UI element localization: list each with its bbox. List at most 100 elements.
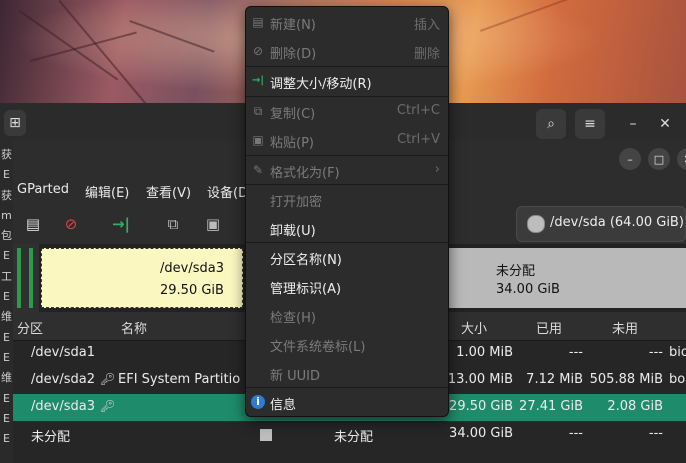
terminal-char: E [3,391,10,405]
menu-separator [246,155,448,156]
menu-edit[interactable]: 编辑(E) [85,182,129,201]
menu-item-shortcut: Ctrl+C [396,103,440,118]
menu-device[interactable]: 设备(D [207,182,248,201]
cell-name: EFI System Partitio [118,372,241,387]
close-icon[interactable]: ✕ [650,109,680,139]
cell-unused: 505.88 MiB [589,372,663,387]
col-size[interactable]: 大小 [461,318,487,337]
menu-item-label: 卸载(U) [270,224,316,239]
cell-unused: 2.08 GiB [607,399,663,414]
menu-separator [246,242,448,243]
copy-icon[interactable]: ⧉ [163,214,183,234]
cell-used: --- [568,426,583,441]
copy-icon: ⧉ [253,104,263,118]
disk-map-unallocated[interactable]: 未分配 34.00 GiB [445,248,686,308]
menu-view[interactable]: 查看(V) [146,182,191,201]
cell-unused: --- [648,345,663,360]
key-icon: 🔑︎ [100,399,116,413]
terminal-char: E [3,350,10,364]
context-menu-item[interactable]: 打开加密 [246,186,448,212]
cell-partition: /dev/sda1 [31,345,95,360]
context-menu-item[interactable]: ⊘ 删除(D) 删除 [246,38,448,64]
menu-item-label: 格式化为(F) [270,166,340,181]
resize-move-icon[interactable]: →| [111,214,131,234]
cell-partition: /dev/sda2 [31,372,95,387]
menu-item-shortcut: 删除 [413,47,440,62]
menu-item-label: 打开加密 [270,195,323,210]
cell-partition: 未分配 [31,430,71,445]
new-tab-icon[interactable]: ⊞ [4,110,26,136]
cell-unused: --- [648,426,663,441]
menu-separator [246,66,448,67]
cell-used: 27.41 GiB [519,399,583,414]
context-menu-item[interactable]: i 信息 [246,389,448,415]
context-menu: ▤ 新建(N) 插入 ⊘ 删除(D) 删除 →| 调整大小/移动(R) ⧉ 复制(C) Ctrl+C… [245,6,449,417]
terminal-char: E [3,411,10,425]
context-menu-item[interactable]: ⧉ 复制(C) Ctrl+C [246,98,448,124]
minimize-icon[interactable]: – [618,109,648,139]
context-menu-item[interactable]: 管理标识(A) [246,273,448,299]
partition-bar-sda2[interactable] [29,248,33,308]
col-name[interactable]: 名称 [121,318,147,337]
context-menu-item[interactable]: ▤ 新建(N) 插入 [246,9,448,35]
menu-item-label: 复制(C) [270,107,316,122]
terminal-char: E [3,290,10,304]
terminal-char: 获 [1,188,12,202]
menu-item-label: 新 UUID [270,369,321,384]
disk-map-sda3[interactable]: /dev/sda3 29.50 GiB [41,248,243,308]
paste-icon: ▣ [252,133,264,147]
terminal-char: 维 [1,310,12,324]
device-selector[interactable]: /dev/sda (64.00 GiB) [516,206,686,242]
terminal-char: 工 [1,269,12,283]
menu-item-label: 粘贴(P) [270,136,314,151]
menu-icon[interactable]: ≡ [575,109,605,139]
disk-map-sda3-name: /dev/sda3 [160,261,224,276]
search-icon[interactable]: ⌕ [536,109,566,139]
context-menu-item[interactable]: 文件系统卷标(L) [246,331,448,357]
table-row[interactable]: 未分配 未分配 34.00 GiB --- --- [13,421,686,448]
context-menu-item[interactable]: 卸载(U) [246,215,448,241]
terminal-char: E [3,330,10,344]
terminal-char: E [3,168,10,182]
cell-flags: bo [669,372,686,387]
context-menu-item[interactable]: ✎ 格式化为(F) › [246,157,448,183]
maximize-icon[interactable]: □ [648,148,670,170]
disk-map-unalloc-size: 34.00 GiB [496,282,560,297]
small-partitions[interactable] [13,244,39,312]
paste-icon[interactable]: ▣ [203,214,223,234]
disk-map-unalloc-name: 未分配 [496,264,536,279]
new-icon: ▤ [252,15,264,29]
menu-separator [246,387,448,388]
delete-icon[interactable]: ⊘ [61,214,81,234]
cell-partition: /dev/sda3 [31,399,95,414]
context-menu-item[interactable]: 检查(H) [246,302,448,328]
context-menu-item[interactable]: 分区名称(N) [246,244,448,270]
unallocated-color-swatch [260,429,272,441]
terminal-char: E [3,249,10,263]
cell-size: 34.00 GiB [449,426,513,441]
terminal-text-strip: 获E获m包E工E维EE维EEE [0,145,14,463]
context-menu-item[interactable]: →| 调整大小/移动(R) [246,68,448,94]
context-menu-item[interactable]: ▣ 粘贴(P) Ctrl+V [246,127,448,153]
terminal-char: m [1,208,12,222]
col-partition[interactable]: 分区 [17,318,43,337]
menu-separator [246,184,448,185]
cell-flags: bio [669,345,686,360]
partition-bar-sda1[interactable] [17,248,21,308]
col-unused[interactable]: 未用 [612,318,638,337]
col-used[interactable]: 已用 [536,318,562,337]
cell-used: --- [568,345,583,360]
close-icon[interactable]: ✕ [677,148,686,170]
menu-item-label: 管理标识(A) [270,282,342,297]
menu-separator [246,96,448,97]
menu-item-label: 分区名称(N) [270,253,342,268]
menu-gparted[interactable]: GParted [17,182,69,197]
menu-item-label: 检查(H) [270,311,316,326]
terminal-char: 维 [1,371,12,385]
context-menu-item[interactable]: 新 UUID [246,360,448,386]
new-partition-icon[interactable]: ▤ [23,214,43,234]
terminal-char: 包 [1,229,12,243]
device-selector-label: /dev/sda (64.00 GiB) [550,215,684,230]
key-icon: 🔑︎ [100,372,116,386]
minimize-icon[interactable]: – [619,148,641,170]
